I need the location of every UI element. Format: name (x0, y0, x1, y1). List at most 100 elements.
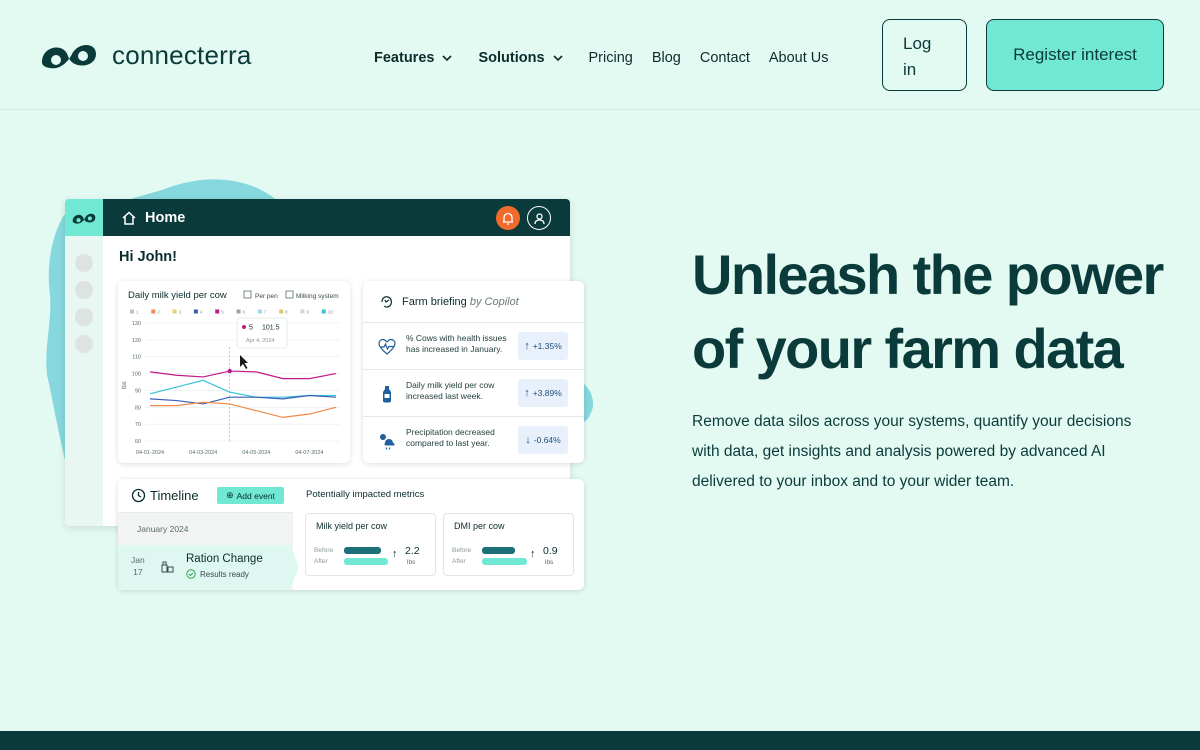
sidebar-nav-item[interactable] (75, 335, 93, 353)
metric-unit: lbs (407, 559, 416, 566)
register-interest-button[interactable]: Register interest (986, 19, 1164, 91)
login-button[interactable]: Log in (882, 19, 967, 91)
hero-title: Unleash the power of your farm data (692, 243, 1164, 380)
briefing-item[interactable]: Precipitation decreased compared to last… (363, 416, 584, 463)
tooltip-date: Apr 4, 2024 (246, 338, 274, 344)
arrow-up-icon: ↑ (524, 387, 530, 399)
nav-item-about-us[interactable]: About Us (769, 50, 829, 66)
nav-item-label: Solutions (478, 50, 545, 66)
tooltip-pen: 5 (249, 325, 253, 332)
nav-item-blog[interactable]: Blog (652, 50, 681, 66)
arrow-up-icon: ↑ (524, 340, 530, 352)
y-tick-label: 60 (135, 439, 141, 445)
after-label: After (452, 558, 466, 565)
y-axis-label: lbs (122, 381, 128, 389)
per-pen-toggle[interactable]: Per pen (243, 290, 278, 300)
nav-item-features[interactable]: Features (374, 50, 453, 66)
y-axis: 60 70 80 90 100 110 120 130 (132, 321, 141, 445)
home-icon (122, 210, 136, 225)
grid-icon (243, 290, 252, 299)
user-icon (533, 212, 545, 224)
clock-icon (131, 488, 146, 503)
y-tick-label: 70 (135, 422, 141, 428)
timeline-event[interactable]: Jan 17 Ration Change Results ready (118, 545, 298, 590)
x-tick-label: 04-01-2024 (136, 450, 164, 456)
app-logo[interactable] (65, 199, 103, 236)
mouse-cursor-icon (240, 355, 248, 369)
change-badge: ↑ +3.89% (518, 379, 568, 407)
briefing-text: % Cows with health issues has increased … (406, 333, 507, 354)
sidebar-nav-item[interactable] (75, 308, 93, 326)
milking-system-label: Milking system (296, 293, 339, 300)
event-date-month: Jan (131, 555, 145, 565)
milking-system-toggle[interactable]: Milking system (285, 290, 339, 300)
copilot-icon (381, 296, 392, 308)
event-date: Jan 17 (131, 554, 145, 578)
metric-card-milk-yield[interactable]: Milk yield per cow Before After ↑ 2.2 lb… (305, 513, 436, 576)
tooltip-value: 101.5 (262, 325, 280, 332)
x-tick-label: 04-07-2024 (295, 450, 323, 456)
brand-name: connecterra (112, 39, 252, 70)
farm-briefing-title: Farm briefing by Copilot (402, 296, 519, 308)
farm-briefing-card: Farm briefing by Copilot % Cows with hea… (363, 281, 584, 463)
brand-logo[interactable]: connecterra (38, 36, 252, 74)
nav-item-solutions[interactable]: Solutions (478, 50, 563, 66)
highlight-point (227, 368, 232, 374)
briefing-text: Daily milk yield per cow increased last … (406, 380, 495, 401)
metric-value: 2.2 (405, 545, 420, 557)
pen-legend-label: 8 (285, 310, 288, 315)
y-tick-label: 110 (132, 355, 141, 361)
chevron-down-icon (552, 54, 563, 61)
app-header-title: Home (145, 209, 186, 226)
briefing-item[interactable]: % Cows with health issues has increased … (363, 322, 584, 369)
y-tick-label: 80 (135, 405, 141, 411)
event-status-label: Results ready (200, 569, 249, 579)
before-bar (482, 547, 515, 554)
greeting: Hi John! (119, 249, 177, 265)
after-bar (482, 558, 527, 565)
chevron-down-icon (442, 54, 453, 61)
metric-value: 0.9 (543, 545, 558, 557)
arrow-up-icon: ↑ (530, 548, 536, 560)
per-pen-label: Per pen (255, 293, 278, 300)
nav-item-label: About Us (768, 50, 829, 66)
pen-legend-label: 9 (306, 310, 309, 315)
pen-legend-label: 4 (200, 310, 203, 315)
x-axis: 04-01-2024 04-03-2024 04-05-2024 04-07-2024 (136, 450, 324, 456)
notifications-button[interactable] (496, 206, 520, 230)
event-status: Results ready (186, 569, 249, 579)
sidebar-nav-item[interactable] (75, 254, 93, 272)
user-profile-button[interactable] (527, 206, 551, 230)
y-tick-label: 130 (132, 321, 141, 327)
nav-item-contact[interactable]: Contact (700, 50, 750, 66)
after-bar (344, 558, 388, 565)
before-label: Before (452, 547, 472, 554)
series-line (149, 370, 337, 380)
app-sidebar (65, 199, 103, 526)
pen-legend-swatch (193, 309, 198, 314)
chart-series (149, 368, 337, 419)
briefing-item[interactable]: Daily milk yield per cow increased last … (363, 369, 584, 416)
pen-legend-label: 2 (157, 310, 160, 315)
system-icon (285, 290, 294, 299)
event-name: Ration Change (186, 553, 263, 565)
change-badge: ↑ +1.35% (518, 332, 568, 360)
chart-tooltip: 5 101.5 Apr 4, 2024 (236, 317, 288, 349)
pen-legend-swatch (300, 309, 305, 314)
metric-card-dmi[interactable]: DMI per cow Before After ↑ 0.9 lbs (443, 513, 574, 576)
metric-unit: lbs (545, 559, 554, 566)
hero-description: Remove data silos across your systems, q… (692, 413, 1132, 490)
add-event-button[interactable]: ⊕ Add event (217, 487, 284, 504)
pen-legend-label: 3 (179, 310, 182, 315)
copilot-attribution: by Copilot (469, 296, 519, 308)
nav-item-pricing[interactable]: Pricing (589, 50, 633, 66)
milk-yield-chart: Daily milk yield per cow Per pen Milking… (122, 290, 340, 456)
pen-legend-label: 5 (221, 310, 224, 315)
sidebar-nav-item[interactable] (75, 281, 93, 299)
before-label: Before (314, 547, 334, 554)
pen-legend-swatch (130, 309, 134, 314)
pen-legend-label: 7 (264, 310, 267, 315)
timeline-card: Timeline ⊕ Add event January 2024 Jan 17… (118, 479, 584, 590)
x-tick-label: 04-03-2024 (189, 450, 217, 456)
pen-legend-label: 6 (243, 310, 246, 315)
